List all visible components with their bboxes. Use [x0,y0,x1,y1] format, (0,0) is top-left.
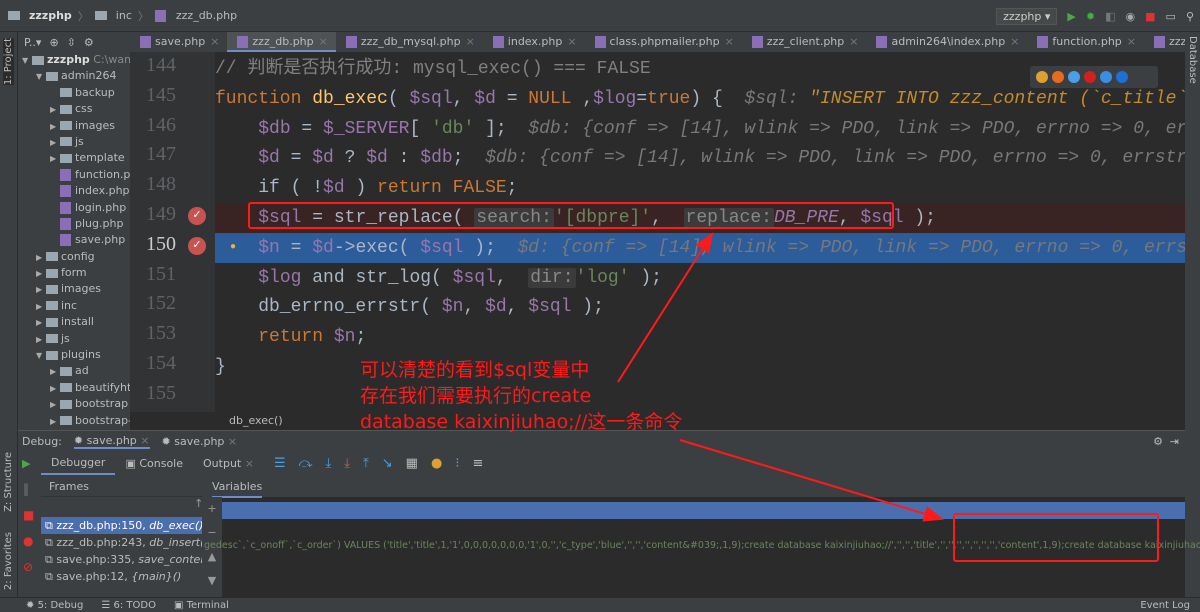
arrow-to-variable [679,439,944,522]
annotation-line: 可以清楚的看到$sql变量中 [360,359,590,381]
annotation-arrows [617,232,944,522]
annotation-text: 可以清楚的看到$sql变量中 存在我们需要执行的create database … [360,357,682,435]
annotation-line: database kaixinjiuhao;//这一条命令 [360,411,683,433]
annotation-line: 存在我们需要执行的create [360,385,592,407]
